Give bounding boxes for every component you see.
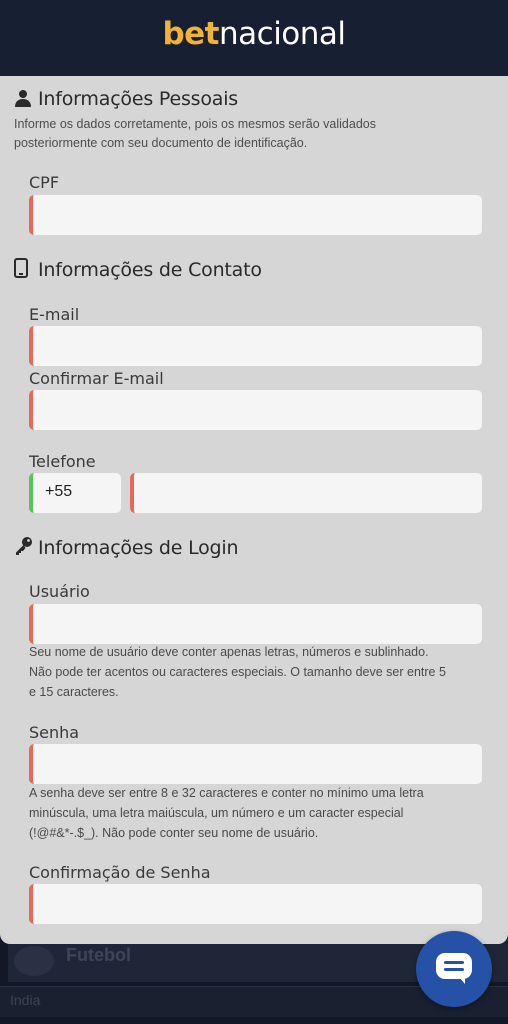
cpf-input[interactable] (29, 195, 482, 235)
section-title-personal: Informações Pessoais (14, 88, 238, 112)
username-label: Usuário (29, 582, 90, 601)
soccer-ball-icon (14, 946, 54, 976)
sport-label: Futebol (66, 945, 131, 965)
section-title-contact: Informações de Contato (14, 258, 262, 283)
chat-bubble-icon (436, 953, 472, 984)
person-icon (14, 89, 34, 112)
section-title-login: Informações de Login (14, 536, 239, 561)
brand-logo[interactable]: betnacional (0, 14, 508, 54)
chat-button[interactable] (416, 931, 492, 1007)
country-code-input[interactable]: +55 (29, 473, 121, 513)
confirm-password-input[interactable] (29, 884, 482, 924)
password-input[interactable] (29, 744, 482, 784)
username-hint: Seu nome de usuário deve conter apenas l… (29, 645, 446, 699)
confirm-email-label: Confirmar E-mail (29, 369, 164, 388)
mobile-phone-icon (14, 258, 34, 283)
confirm-email-input[interactable] (29, 390, 482, 430)
email-input[interactable] (29, 326, 482, 366)
phone-label: Telefone (29, 452, 96, 471)
password-label: Senha (29, 723, 80, 742)
email-label: E-mail (29, 305, 80, 324)
cpf-label: CPF (29, 173, 60, 192)
confirm-password-label: Confirmação de Senha (29, 863, 211, 882)
personal-description: Informe os dados corretamente, pois os m… (14, 117, 376, 150)
username-input[interactable] (29, 604, 482, 644)
phone-input[interactable] (130, 473, 482, 513)
header: betnacional (0, 0, 508, 76)
country-label: India (10, 992, 41, 1008)
password-hint: A senha deve ser entre 8 e 32 caracteres… (29, 786, 424, 840)
key-icon (14, 536, 34, 561)
